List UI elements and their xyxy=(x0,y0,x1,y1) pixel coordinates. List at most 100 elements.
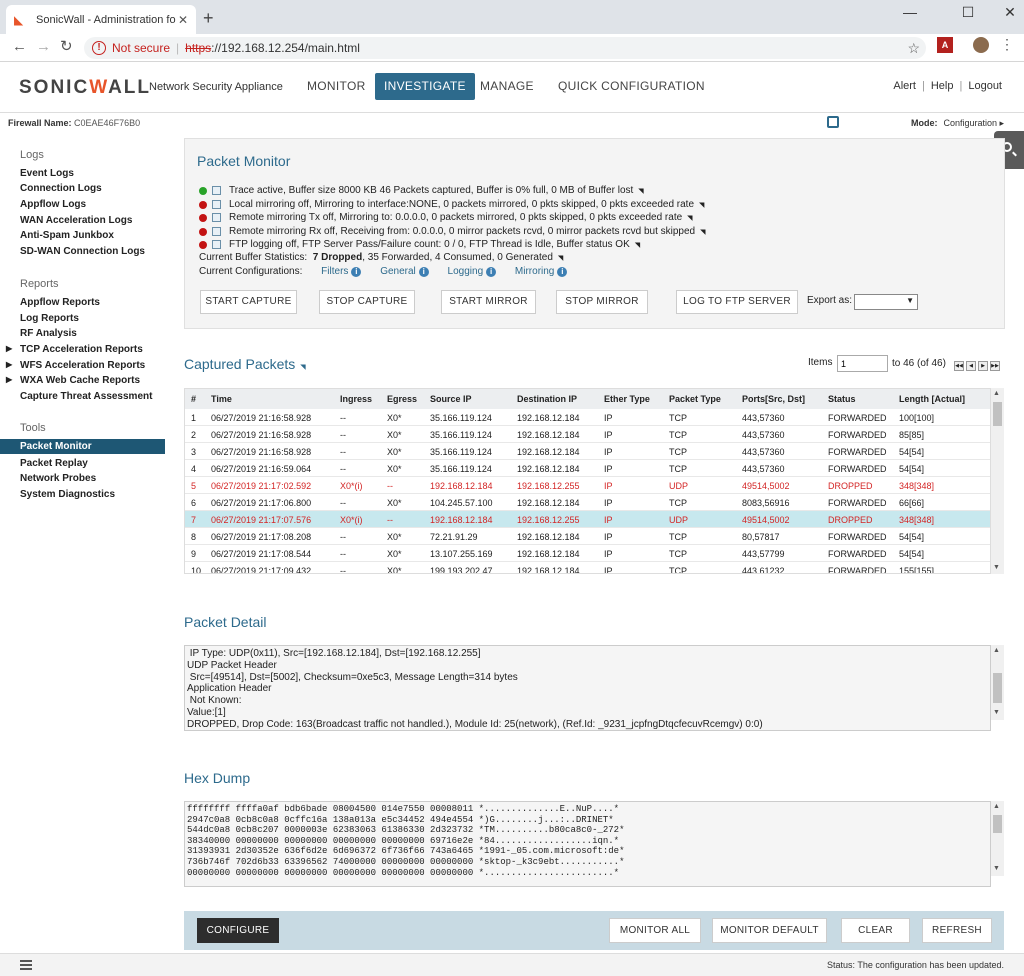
col-time[interactable]: Time xyxy=(211,394,232,404)
filters-link[interactable]: Filters xyxy=(321,266,348,277)
detail-icon[interactable] xyxy=(212,186,221,195)
scroll-down-icon[interactable]: ▼ xyxy=(993,564,1000,571)
scroll-up-icon[interactable]: ▲ xyxy=(993,390,1000,397)
scroll-up-icon[interactable]: ▲ xyxy=(993,803,1000,810)
mode-selector[interactable]: Mode: Configuration ▸ xyxy=(911,118,1004,129)
col-ether-type[interactable]: Ether Type xyxy=(604,394,650,404)
scroll-thumb[interactable] xyxy=(993,402,1002,426)
monitor-all-button[interactable]: MONITOR ALL xyxy=(609,918,701,943)
table-row[interactable]: 8 06/27/2019 21:17:08.208 -- X0* 72.21.91.29… xyxy=(185,528,990,545)
configure-button[interactable]: CONFIGURE xyxy=(197,918,279,943)
col-egress[interactable]: Egress xyxy=(387,394,417,404)
sidebar-item-tcp-acceleration-reports[interactable]: ▶ TCP Acceleration Reports xyxy=(6,344,143,355)
pdf-extension-icon[interactable]: A xyxy=(937,37,953,53)
col-status[interactable]: Status xyxy=(828,394,856,404)
last-page-icon[interactable]: ▶▶ xyxy=(990,361,1000,371)
popout-icon[interactable] xyxy=(827,116,839,128)
minimize-icon[interactable]: — xyxy=(890,4,930,20)
nav-investigate[interactable]: INVESTIGATE xyxy=(375,73,475,100)
monitor-default-button[interactable]: MONITOR DEFAULT xyxy=(712,918,827,943)
mirroring-link[interactable]: Mirroring xyxy=(515,266,554,277)
sidebar-item-appflow-reports[interactable]: Appflow Reports xyxy=(20,297,100,308)
info-icon[interactable]: i xyxy=(418,267,429,277)
col-source-ip[interactable]: Source IP xyxy=(430,394,472,404)
sidebar-item-wxa-web-cache-reports[interactable]: ▶ WXA Web Cache Reports xyxy=(6,375,140,386)
sidebar-item-event-logs[interactable]: Event Logs xyxy=(20,168,74,179)
tab-close-icon[interactable]: ✕ xyxy=(178,13,188,27)
col-ingress[interactable]: Ingress xyxy=(340,394,372,404)
col-ports[interactable]: Ports[Src, Dst] xyxy=(742,394,805,404)
detail-icon[interactable] xyxy=(212,240,221,249)
window-close-icon[interactable]: ✕ xyxy=(990,4,1024,21)
start-mirror-button[interactable]: START MIRROR xyxy=(441,290,536,314)
start-capture-button[interactable]: START CAPTURE xyxy=(200,290,297,314)
col-packet-type[interactable]: Packet Type xyxy=(669,394,721,404)
info-icon[interactable]: i xyxy=(486,267,497,277)
table-row[interactable]: 9 06/27/2019 21:17:08.544 -- X0* 13.107.255.… xyxy=(185,545,990,562)
address-bar[interactable]: ! Not secure | https ://192.168.12.254/m… xyxy=(84,37,926,59)
info-icon[interactable]: i xyxy=(351,267,362,277)
new-tab-icon[interactable]: + xyxy=(203,9,214,27)
sidebar-item-wfs-acceleration-reports[interactable]: ▶ WFS Acceleration Reports xyxy=(6,360,145,371)
first-page-icon[interactable]: ◀◀ xyxy=(954,361,964,371)
nav-quick-configuration[interactable]: QUICK CONFIGURATION xyxy=(549,73,714,100)
sidebar-item-capture-threat-assessment[interactable]: Capture Threat Assessment xyxy=(20,391,152,402)
col-destination-ip[interactable]: Destination IP xyxy=(517,394,577,404)
forward-icon[interactable]: → xyxy=(36,39,51,55)
sidebar-item-system-diagnostics[interactable]: System Diagnostics xyxy=(20,489,115,500)
info-icon[interactable]: i xyxy=(557,267,568,277)
table-row[interactable]: 3 06/27/2019 21:16:58.928 -- X0* 35.166.119.… xyxy=(185,443,990,460)
sidebar-item-packet-replay[interactable]: Packet Replay xyxy=(20,458,88,469)
menu-icon[interactable] xyxy=(20,960,32,970)
sidebar-item-rf-analysis[interactable]: RF Analysis xyxy=(20,328,77,339)
detail-icon[interactable] xyxy=(212,227,221,236)
sidebar-item-log-reports[interactable]: Log Reports xyxy=(20,313,79,324)
sidebar-item-connection-logs[interactable]: Connection Logs xyxy=(20,183,102,194)
logging-link[interactable]: Logging xyxy=(448,266,484,277)
maximize-icon[interactable]: ☐ xyxy=(948,4,988,21)
log-to-ftp-server-button[interactable]: LOG TO FTP SERVER xyxy=(676,290,798,314)
col-length[interactable]: Length [Actual] xyxy=(899,394,965,404)
browser-menu-icon[interactable]: ⋮ xyxy=(1000,36,1014,53)
items-start-input[interactable] xyxy=(837,355,888,372)
general-link[interactable]: General xyxy=(380,266,416,277)
sidebar-item-network-probes[interactable]: Network Probes xyxy=(20,473,96,484)
alert-link[interactable]: Alert xyxy=(893,80,916,92)
hex-scrollbar[interactable]: ▲ ▼ xyxy=(991,801,1004,876)
table-row[interactable]: 5 06/27/2019 21:17:02.592 X0*(i) -- 192.168.… xyxy=(185,477,990,494)
stop-capture-button[interactable]: STOP CAPTURE xyxy=(319,290,415,314)
help-link[interactable]: Help xyxy=(931,80,954,92)
detail-icon[interactable] xyxy=(212,213,221,222)
back-icon[interactable]: ← xyxy=(12,39,27,55)
sidebar-item-packet-monitor[interactable]: Packet Monitor xyxy=(0,439,165,454)
table-row[interactable]: 2 06/27/2019 21:16:58.928 -- X0* 35.166.119.… xyxy=(185,426,990,443)
refresh-button[interactable]: REFRESH xyxy=(922,918,992,943)
detail-scrollbar[interactable]: ▲ ▼ xyxy=(991,645,1004,720)
profile-avatar[interactable] xyxy=(973,37,989,53)
reload-icon[interactable]: ↻ xyxy=(60,39,73,55)
prev-page-icon[interactable]: ◀ xyxy=(966,361,976,371)
detail-icon[interactable] xyxy=(212,200,221,209)
export-select[interactable] xyxy=(854,294,918,310)
table-row[interactable]: 4 06/27/2019 21:16:59.064 -- X0* 35.166.119.… xyxy=(185,460,990,477)
scroll-up-icon[interactable]: ▲ xyxy=(993,647,1000,654)
browser-tab[interactable]: ◣ SonicWall - Administration for C0 ✕ xyxy=(6,5,196,34)
clear-button[interactable]: CLEAR xyxy=(841,918,910,943)
scroll-thumb[interactable] xyxy=(993,673,1002,703)
scroll-down-icon[interactable]: ▼ xyxy=(993,709,1000,716)
table-row[interactable]: 6 06/27/2019 21:17:06.800 -- X0* 104.245.57.… xyxy=(185,494,990,511)
stop-mirror-button[interactable]: STOP MIRROR xyxy=(556,290,648,314)
sidebar-item-appflow-logs[interactable]: Appflow Logs xyxy=(20,199,86,210)
sidebar-item-wan-acceleration-logs[interactable]: WAN Acceleration Logs xyxy=(20,215,132,226)
table-row[interactable]: 1 06/27/2019 21:16:58.928 -- X0* 35.166.119.… xyxy=(185,409,990,426)
packet-detail-box[interactable]: IP Type: UDP(0x11), Src=[192.168.12.184]… xyxy=(184,645,991,731)
next-page-icon[interactable]: ▶ xyxy=(978,361,988,371)
table-row[interactable]: 10 06/27/2019 21:17:09.432 -- X0* 199.193.20… xyxy=(185,562,990,573)
packets-scrollbar[interactable]: ▲ ▼ xyxy=(991,388,1004,574)
logout-link[interactable]: Logout xyxy=(968,80,1002,92)
col-index[interactable]: # xyxy=(191,394,196,404)
scroll-down-icon[interactable]: ▼ xyxy=(993,865,1000,872)
sidebar-item-sd-wan-connection-logs[interactable]: SD-WAN Connection Logs xyxy=(20,246,145,257)
nav-manage[interactable]: MANAGE xyxy=(471,73,543,100)
table-row[interactable]: 7 06/27/2019 21:17:07.576 X0*(i) -- 192.168.… xyxy=(185,511,990,528)
